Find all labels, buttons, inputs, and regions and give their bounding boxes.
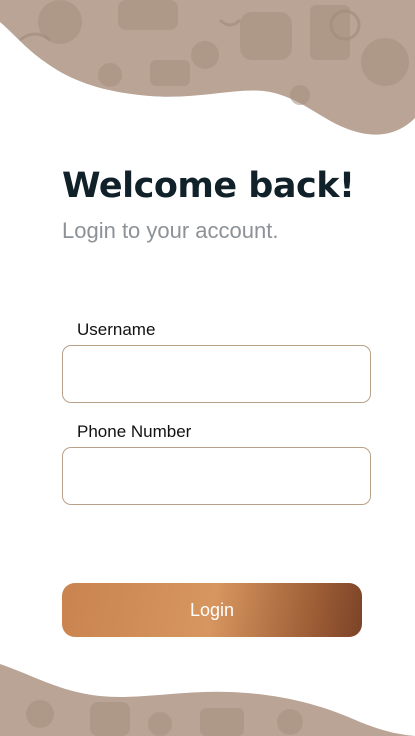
coffee-pattern-top-decoration [0,0,415,135]
page-subtitle: Login to your account. [62,218,279,243]
page-title: Welcome back! [62,166,355,206]
phone-number-input[interactable] [62,447,371,505]
phone-number-label: Phone Number [77,422,192,441]
username-label: Username [77,320,156,339]
coffee-pattern-bottom-decoration [0,664,415,736]
username-input[interactable] [62,345,371,403]
login-button[interactable]: Login [62,583,362,637]
